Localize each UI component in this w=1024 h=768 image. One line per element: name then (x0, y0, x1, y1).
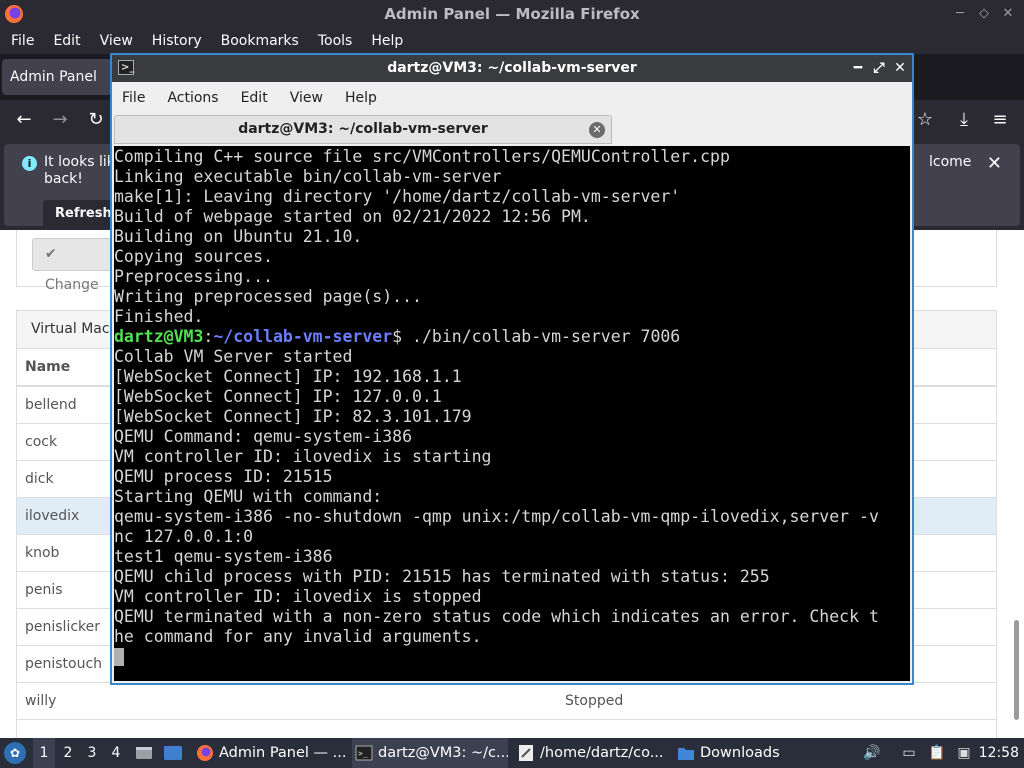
bookmark-star-icon[interactable]: ☆ (911, 106, 939, 134)
workspace-3[interactable]: 3 (81, 738, 103, 768)
terminal-titlebar[interactable]: >_ dartz@VM3: ~/collab-vm-server ━ ⤢ ✕ (112, 55, 912, 82)
display-icon[interactable]: ▭ (900, 744, 918, 762)
back-icon[interactable]: ← (10, 106, 38, 134)
menu-file[interactable]: File (3, 28, 42, 54)
menu-view[interactable]: View (284, 82, 329, 114)
terminal-line: [WebSocket Connect] IP: 192.168.1.1 (114, 367, 462, 386)
terminal-line: QEMU Command: qemu-system-i386 (114, 427, 413, 446)
menu-view[interactable]: View (92, 28, 141, 54)
close-icon[interactable]: ✕ (987, 153, 1002, 174)
terminal-line: Finished. (114, 307, 204, 326)
terminal-icon: >_ (355, 745, 373, 761)
notification-text-line2: back! (44, 171, 83, 187)
taskbar-item-firefox[interactable]: Admin Panel — ... (193, 738, 345, 768)
minimize-icon[interactable]: ─ (950, 4, 970, 24)
terminal-line: QEMU process ID: 21515 (114, 467, 333, 486)
terminal-line: QEMU terminated with a non-zero status c… (114, 607, 879, 626)
terminal-cursor (114, 648, 124, 666)
terminal-line: Build of webpage started on 02/21/2022 1… (114, 207, 591, 226)
taskbar-item-terminal[interactable]: >_ dartz@VM3: ~/c... (352, 738, 508, 768)
notification-text: It looks lik (44, 154, 115, 170)
menu-bookmarks[interactable]: Bookmarks (213, 28, 307, 54)
taskbar-item-text-editor[interactable]: /home/dartz/co... (514, 738, 670, 768)
terminal-tab[interactable]: dartz@VM3: ~/collab-vm-server ✕ (114, 115, 612, 144)
terminal-line: [WebSocket Connect] IP: 82.3.101.179 (114, 407, 472, 426)
volume-icon[interactable]: 🔊 (863, 744, 881, 762)
terminal-line: he command for any invalid arguments. (114, 627, 482, 646)
forward-icon[interactable]: → (46, 106, 74, 134)
terminal-line: Writing preprocessed page(s)... (114, 287, 422, 306)
refresh-button[interactable]: Refresh (43, 200, 117, 228)
prompt-command: ./bin/collab-vm-server 7006 (412, 327, 681, 346)
terminal-tab-title: dartz@VM3: ~/collab-vm-server (238, 121, 488, 137)
terminal-line: test1 qemu-system-i386 (114, 547, 333, 566)
menu-edit[interactable]: Edit (235, 82, 274, 114)
notification-icon[interactable]: ▣ (955, 744, 973, 762)
terminal-line: nc 127.0.0.1:0 (114, 527, 254, 546)
notification-text-end: lcome (929, 154, 972, 170)
menu-history[interactable]: History (144, 28, 210, 54)
terminal-line: qemu-system-i386 -no-shutdown -qmp unix:… (114, 507, 879, 526)
prompt-user: dartz@VM3 (114, 327, 204, 346)
terminal-line: Starting QEMU with command: (114, 487, 383, 506)
workspace-2[interactable]: 2 (57, 738, 79, 768)
prompt-path: ~/collab-vm-server (213, 327, 393, 346)
terminal-line: Preprocessing... (114, 267, 273, 286)
terminal-window: >_ dartz@VM3: ~/collab-vm-server ━ ⤢ ✕ F… (110, 53, 914, 685)
text-editor-icon (519, 745, 533, 761)
show-desktop-icon[interactable] (134, 743, 154, 763)
terminal-line: VM controller ID: ilovedix is stopped (114, 587, 482, 606)
firefox-icon (197, 745, 213, 761)
terminal-line: QEMU child process with PID: 21515 has t… (114, 567, 770, 586)
workspace-1[interactable]: 1 (33, 738, 55, 768)
clipboard-icon[interactable]: 📋 (928, 744, 946, 762)
folder-icon (678, 748, 694, 760)
terminal-line: make[1]: Leaving directory '/home/dartz/… (114, 187, 681, 206)
scrollbar-thumb[interactable] (1014, 620, 1019, 720)
window-switcher-icon[interactable] (163, 743, 183, 763)
table-row[interactable]: willy Stopped (17, 683, 996, 720)
menu-help[interactable]: Help (339, 82, 383, 114)
terminal-line: Linking executable bin/collab-vm-server (114, 167, 502, 186)
firefox-titlebar[interactable]: Admin Panel — Mozilla Firefox ─ ◇ ✕ (0, 0, 1024, 28)
close-icon[interactable]: ✕ (998, 4, 1018, 24)
workspace-4[interactable]: 4 (105, 738, 127, 768)
close-icon[interactable]: ✕ (892, 55, 908, 82)
info-icon: i (22, 156, 37, 171)
terminal-line: [WebSocket Connect] IP: 127.0.0.1 (114, 387, 442, 406)
terminal-line: Copying sources. (114, 247, 273, 266)
menu-edit[interactable]: Edit (45, 28, 88, 54)
clock[interactable]: 12:58 (979, 738, 1019, 768)
terminal-icon: >_ (118, 60, 134, 75)
taskbar: ✿ 1 2 3 4 Admin Panel — ... >_ dartz@VM3… (0, 738, 1024, 768)
change-button[interactable]: ✔ Change (32, 238, 112, 293)
maximize-icon[interactable]: ⤢ (871, 55, 887, 82)
terminal-output[interactable]: Compiling C++ source file src/VMControll… (114, 146, 910, 681)
prompt-line: dartz@VM3:~/collab-vm-server$ ./bin/coll… (114, 327, 681, 346)
terminal-line: Collab VM Server started (114, 347, 353, 366)
start-menu-icon[interactable]: ✿ (4, 742, 26, 764)
firefox-window-title: Admin Panel — Mozilla Firefox (384, 5, 640, 23)
minimize-icon[interactable]: ━ (850, 55, 866, 82)
terminal-line: VM controller ID: ilovedix is starting (114, 447, 492, 466)
close-tab-icon[interactable]: ✕ (589, 122, 605, 138)
terminal-line: Compiling C++ source file src/VMControll… (114, 147, 730, 166)
menu-help[interactable]: Help (363, 28, 411, 54)
app-menu-icon[interactable]: ≡ (986, 106, 1014, 134)
terminal-menubar: File Actions Edit View Help (112, 82, 912, 114)
menu-actions[interactable]: Actions (161, 82, 224, 114)
taskbar-item-downloads[interactable]: Downloads (674, 738, 784, 768)
maximize-icon[interactable]: ◇ (974, 4, 994, 24)
menu-tools[interactable]: Tools (310, 28, 361, 54)
menu-file[interactable]: File (116, 82, 151, 114)
terminal-line: Building on Ubuntu 21.10. (114, 227, 363, 246)
firefox-logo-icon (5, 5, 23, 23)
tab-admin-panel[interactable]: Admin Panel (2, 59, 112, 95)
firefox-menubar: File Edit View History Bookmarks Tools H… (0, 28, 1024, 54)
page-scrollbar[interactable] (1012, 380, 1020, 730)
downloads-icon[interactable]: ⤓ (950, 106, 978, 134)
reload-icon[interactable]: ↻ (82, 106, 110, 134)
svg-text:>_: >_ (358, 749, 368, 758)
terminal-window-title: dartz@VM3: ~/collab-vm-server (387, 60, 637, 76)
